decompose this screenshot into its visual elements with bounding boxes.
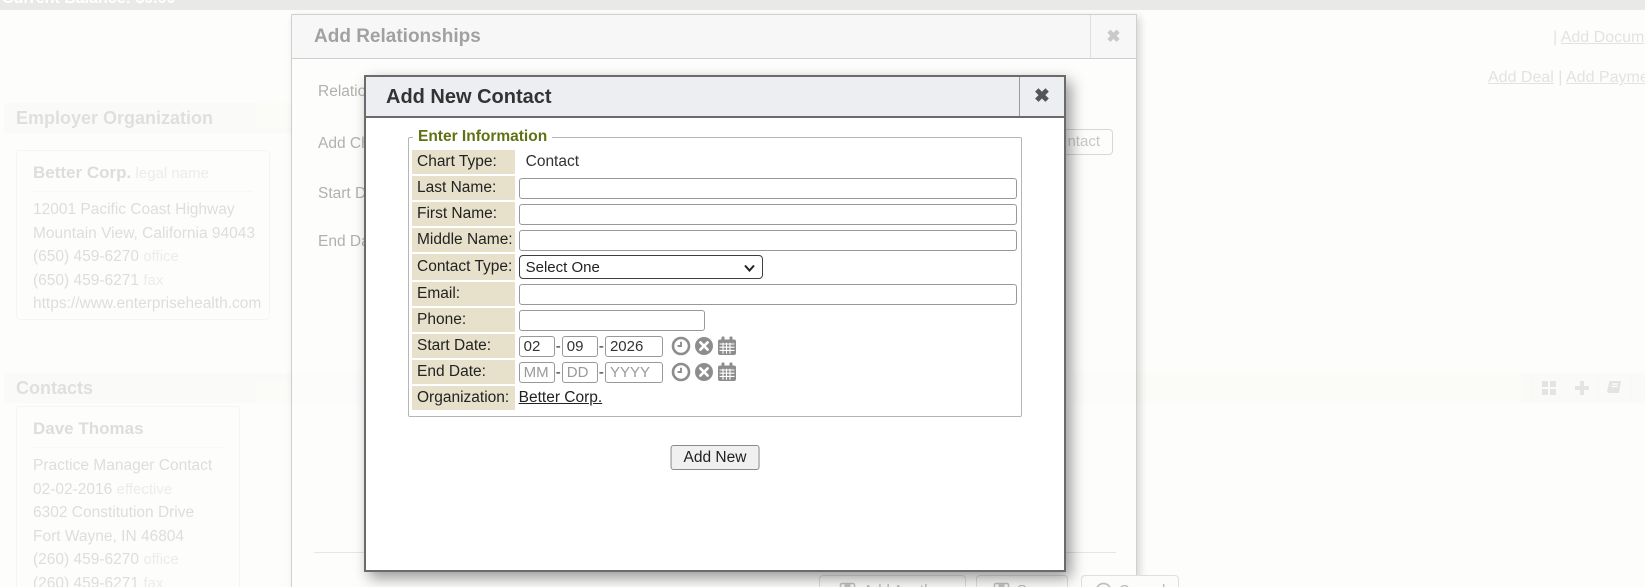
date-separator: - <box>599 338 604 355</box>
screen: Current Balance: $0.00 | Add Docum Add D… <box>0 0 1645 587</box>
middle-name-row: Middle Name: <box>412 228 1018 252</box>
phone-label: Phone: <box>412 308 515 332</box>
close-icon[interactable]: ✖ <box>1090 15 1136 58</box>
last-name-label: Last Name: <box>412 176 515 200</box>
date-separator: - <box>556 338 561 355</box>
contact-type-select[interactable]: Select One <box>519 255 763 279</box>
end-month-input[interactable] <box>519 362 555 383</box>
middle-name-input[interactable] <box>519 230 1017 251</box>
relationship-label-fragment: Relatio <box>318 83 366 101</box>
middle-name-label: Middle Name: <box>412 228 515 252</box>
email-input[interactable] <box>519 284 1017 305</box>
clock-icon[interactable] <box>671 362 691 382</box>
chart-type-label: Chart Type: <box>412 150 515 174</box>
start-year-input[interactable] <box>605 336 663 357</box>
start-date-row: Start Date: - - <box>412 334 1018 358</box>
end-date-row: End Date: - - <box>412 360 1018 384</box>
organization-link[interactable]: Better Corp. <box>519 389 603 406</box>
contact-type-row: Contact Type: Select One <box>412 254 1018 280</box>
organization-row: Organization: Better Corp. <box>412 386 1018 410</box>
clear-icon[interactable] <box>694 336 714 356</box>
relationships-modal-header: Add Relationships ✖ <box>292 15 1136 59</box>
first-name-label: First Name: <box>412 202 515 226</box>
clear-icon[interactable] <box>694 362 714 382</box>
last-name-row: Last Name: <box>412 176 1018 200</box>
email-row: Email: <box>412 282 1018 306</box>
add-another-button[interactable]: Add Another <box>819 575 966 587</box>
relationships-modal-title: Add Relationships <box>292 15 481 58</box>
chart-type-value: Contact <box>516 150 1018 174</box>
contact-modal-header: Add New Contact ✖ <box>366 77 1064 118</box>
end-year-input[interactable] <box>605 362 663 383</box>
add-new-contact-modal: Add New Contact ✖ Enter Information Char… <box>364 75 1066 572</box>
organization-label: Organization: <box>412 386 515 410</box>
cancel-icon <box>1095 582 1112 587</box>
save-icon <box>993 582 1010 587</box>
save-icon <box>839 582 856 587</box>
clock-icon[interactable] <box>671 336 691 356</box>
enter-information-fieldset: Enter Information Chart Type: Contact La… <box>408 128 1022 417</box>
start-month-input[interactable] <box>519 336 555 357</box>
save-button[interactable]: Save <box>976 575 1068 587</box>
first-name-row: First Name: <box>412 202 1018 226</box>
phone-row: Phone: <box>412 308 1018 332</box>
fieldset-legend: Enter Information <box>413 128 552 146</box>
contact-type-label: Contact Type: <box>412 254 515 280</box>
start-date-label-fragment: Start D <box>318 185 366 203</box>
chart-type-row: Chart Type: Contact <box>412 150 1018 174</box>
end-date-label-fragment: End Da <box>318 233 370 251</box>
email-label: Email: <box>412 282 515 306</box>
start-day-input[interactable] <box>562 336 598 357</box>
calendar-icon[interactable] <box>717 362 737 382</box>
first-name-input[interactable] <box>519 204 1017 225</box>
phone-input[interactable] <box>519 310 705 331</box>
contact-modal-title: Add New Contact <box>366 77 552 116</box>
add-new-button[interactable]: Add New <box>671 445 760 470</box>
contact-type-selected-value: Select One <box>526 259 600 276</box>
start-date-label: Start Date: <box>412 334 515 358</box>
calendar-icon[interactable] <box>717 336 737 356</box>
cancel-button[interactable]: Cancel <box>1081 575 1179 587</box>
end-day-input[interactable] <box>562 362 598 383</box>
last-name-input[interactable] <box>519 178 1017 199</box>
date-separator: - <box>556 364 561 381</box>
add-chart-label-fragment: Add Ch <box>318 135 370 153</box>
date-separator: - <box>599 364 604 381</box>
end-date-label: End Date: <box>412 360 515 384</box>
chevron-down-icon <box>744 264 755 272</box>
close-icon[interactable]: ✖ <box>1019 77 1064 116</box>
